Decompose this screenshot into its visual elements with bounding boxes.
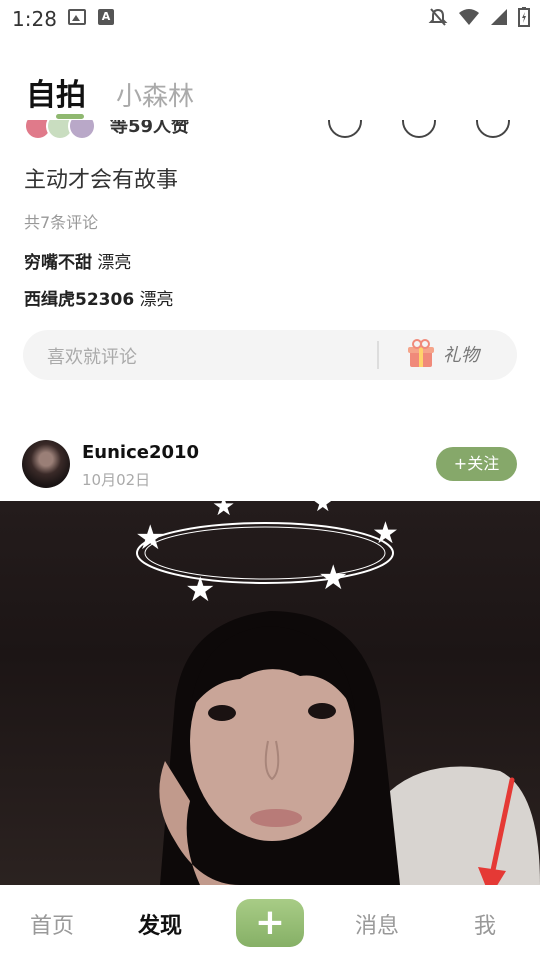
liker-avatar [68, 120, 96, 140]
comment-author[interactable]: 穷嘴不甜 [24, 253, 92, 273]
status-time: 1:28 [12, 7, 57, 31]
mute-bell-icon [428, 8, 448, 26]
comment-input[interactable]: 喜欢就评论 [47, 343, 137, 369]
divider [377, 341, 379, 369]
like-icon[interactable] [328, 120, 362, 138]
svg-text:★: ★ [212, 501, 235, 522]
post-date: 10月02日 [82, 471, 151, 489]
top-tabs: 自拍 小森林 [26, 70, 194, 114]
post-caption: 主动才会有故事 [24, 168, 179, 193]
svg-text:★: ★ [185, 570, 215, 610]
gift-label: 礼物 [443, 345, 479, 366]
active-tab-indicator [56, 114, 84, 119]
comment-item: 穷嘴不甜 漂亮 [24, 248, 131, 273]
svg-text:★: ★ [372, 516, 399, 551]
comment-item: 西缉虎52306 漂亮 [24, 285, 174, 310]
comment-input-bar[interactable]: 喜欢就评论 礼物 [23, 330, 517, 380]
svg-text:★: ★ [318, 558, 348, 598]
comment-text: 漂亮 [139, 290, 174, 310]
nav-home[interactable]: 首页 [30, 908, 74, 940]
comment-count[interactable]: 共7条评论 [24, 209, 98, 233]
user-avatar[interactable] [22, 440, 70, 488]
comment-icon[interactable] [402, 120, 436, 138]
nav-discover[interactable]: 发现 [138, 908, 182, 940]
comment-author[interactable]: 西缉虎52306 [24, 290, 134, 310]
gallery-notification-icon [68, 9, 86, 25]
svg-text:★: ★ [135, 518, 165, 558]
plus-icon: + [254, 902, 286, 943]
bottom-nav: 首页 发现 + 消息 我 [0, 885, 540, 960]
share-icon[interactable] [476, 120, 510, 138]
annotation-arrow-icon [478, 777, 515, 897]
gift-icon [408, 339, 434, 367]
nav-me[interactable]: 我 [474, 908, 496, 940]
post-photo[interactable]: ★ ★ ★ ★ ★ ★ [0, 501, 540, 885]
svg-text:★: ★ [312, 501, 334, 517]
likes-summary: 等59人赞 [110, 120, 190, 137]
previous-post-likes-row: 等59人赞 [0, 120, 540, 142]
gift-button[interactable]: 礼物 [407, 339, 479, 369]
selfie-photo: ★ ★ ★ ★ ★ ★ [135, 501, 540, 885]
follow-button[interactable]: +关注 [436, 447, 517, 481]
battery-icon [518, 7, 530, 27]
status-bar: 1:28 A [0, 0, 540, 38]
add-post-button[interactable]: + [236, 899, 304, 947]
wifi-icon [459, 9, 479, 25]
tab-forest[interactable]: 小森林 [116, 76, 194, 113]
post-username[interactable]: Eunice2010 [82, 442, 199, 463]
comment-text: 漂亮 [97, 253, 132, 273]
nav-messages[interactable]: 消息 [355, 908, 399, 940]
tab-selfie[interactable]: 自拍 [26, 70, 86, 114]
signal-icon [491, 9, 507, 25]
app-notification-icon: A [98, 9, 114, 25]
